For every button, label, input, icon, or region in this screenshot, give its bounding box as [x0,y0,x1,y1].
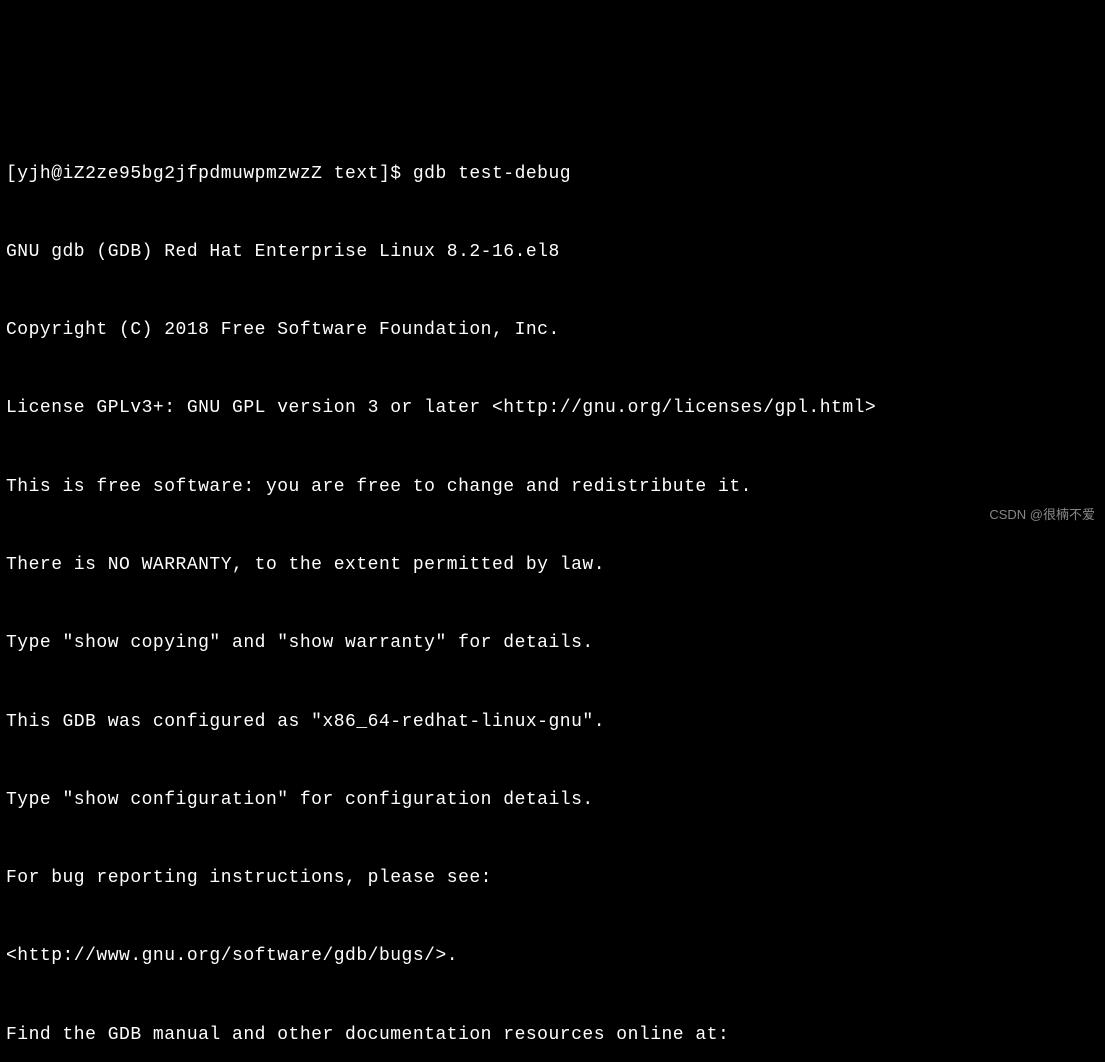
shell-prompt-line: [yjh@iZ2ze95bg2jfpdmuwpmzwzZ text]$ gdb … [6,161,1099,187]
output-line: License GPLv3+: GNU GPL version 3 or lat… [6,395,1099,421]
output-line: <http://www.gnu.org/software/gdb/bugs/>. [6,943,1099,969]
output-line: Copyright (C) 2018 Free Software Foundat… [6,317,1099,343]
output-line: This is free software: you are free to c… [6,474,1099,500]
output-line: Type "show configuration" for configurat… [6,787,1099,813]
terminal-output[interactable]: [yjh@iZ2ze95bg2jfpdmuwpmzwzZ text]$ gdb … [6,108,1099,1062]
output-line: GNU gdb (GDB) Red Hat Enterprise Linux 8… [6,239,1099,265]
watermark-text: CSDN @很楠不爱 [989,506,1095,525]
output-line: Type "show copying" and "show warranty" … [6,630,1099,656]
output-line: This GDB was configured as "x86_64-redha… [6,709,1099,735]
output-line: For bug reporting instructions, please s… [6,865,1099,891]
output-line: There is NO WARRANTY, to the extent perm… [6,552,1099,578]
output-line: Find the GDB manual and other documentat… [6,1022,1099,1048]
